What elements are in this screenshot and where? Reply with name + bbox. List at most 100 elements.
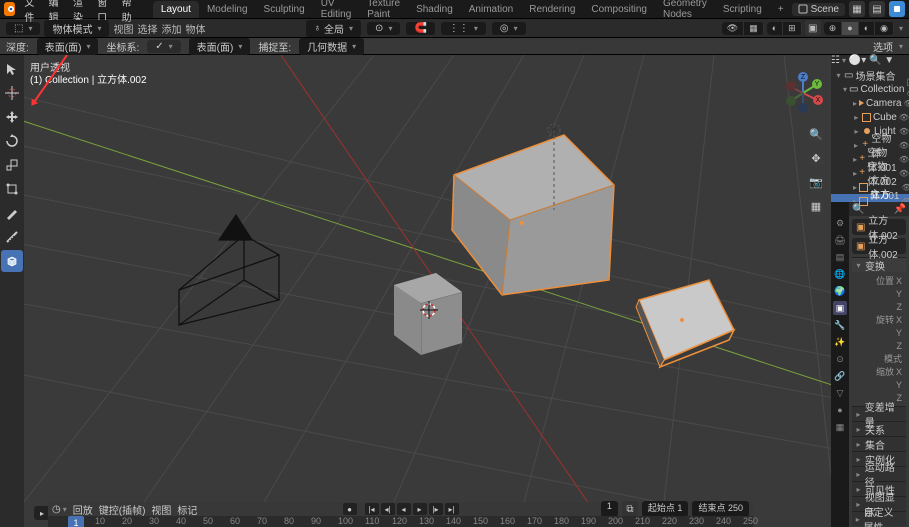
props-datablock[interactable]: ▣ 立方体.002: [852, 238, 906, 254]
scene-picker[interactable]: Scene: [792, 3, 845, 16]
autokey-toggle[interactable]: ●: [343, 503, 357, 515]
tool-annotate[interactable]: [1, 202, 23, 224]
orientation-dropdown[interactable]: ♁ 全局: [306, 20, 362, 37]
gizmo-x[interactable]: X: [813, 95, 823, 105]
shading-options[interactable]: [897, 23, 903, 34]
outliner-type-icon[interactable]: ☷: [831, 55, 846, 66]
tool-cursor[interactable]: [1, 82, 23, 104]
mode-dropdown[interactable]: 物体模式: [44, 20, 109, 37]
preview-range-icon[interactable]: ⧉: [622, 501, 638, 517]
frame-start[interactable]: 起始点 1: [642, 501, 689, 517]
3d-viewport[interactable]: 用户透视 (1) Collection | 立方体.002 X Y Z 🔍 ✥ …: [24, 55, 831, 527]
vp-move-icon[interactable]: ✥: [807, 149, 825, 167]
editor-type-icon[interactable]: ⬚: [6, 22, 40, 35]
vp-camera-icon[interactable]: 📷: [807, 173, 825, 191]
frame-end[interactable]: 结束点 250: [692, 501, 749, 517]
tl-keying[interactable]: 键控(插帧): [99, 502, 146, 517]
ws-render[interactable]: Rendering: [521, 1, 583, 18]
ptab-texture[interactable]: ▦: [833, 420, 847, 434]
gizmo-nz[interactable]: [798, 103, 808, 113]
shading-wire[interactable]: ⊕: [824, 22, 843, 35]
tl-view[interactable]: 视图: [151, 502, 171, 517]
ptab-world[interactable]: 🌍: [833, 284, 847, 298]
ptab-data[interactable]: ▽: [833, 386, 847, 400]
outliner-filter-icon[interactable]: ⚪▾: [849, 55, 866, 66]
tool-select-box[interactable]: [1, 58, 23, 80]
vp-zoom-icon[interactable]: 🔍: [807, 125, 825, 143]
ws-script[interactable]: Scripting: [715, 1, 770, 18]
play-rev[interactable]: ◂: [397, 503, 411, 515]
ws-layout[interactable]: Layout: [153, 1, 199, 18]
gizmo-ny[interactable]: [786, 96, 796, 106]
blender-icon[interactable]: [4, 2, 15, 16]
jump-end[interactable]: ▸|: [445, 503, 459, 515]
ptab-physics[interactable]: ⊙: [833, 352, 847, 366]
ptab-scene[interactable]: 🌐: [833, 267, 847, 281]
panel-运动路径[interactable]: ▸运动路径: [852, 467, 906, 481]
ws-anim[interactable]: Animation: [461, 1, 521, 18]
depth-dropdown[interactable]: 表面(面): [37, 38, 99, 55]
outliner-filter-funnel-icon[interactable]: ▼: [884, 55, 894, 66]
ptab-particles[interactable]: ✨: [833, 335, 847, 349]
vp-persp-icon[interactable]: ▦: [807, 197, 825, 215]
shading-rendered[interactable]: ◉: [875, 22, 894, 35]
keyframe-prev[interactable]: ◂|: [381, 503, 395, 515]
tool-move[interactable]: [1, 106, 23, 128]
panel-变差增量[interactable]: ▸变差增量: [852, 407, 906, 421]
tool-transform[interactable]: [1, 178, 23, 200]
snap-type[interactable]: ⋮⋮: [441, 22, 486, 35]
panel-自定义属性[interactable]: ▸自定义属性: [852, 512, 906, 526]
frame-current[interactable]: 1: [601, 501, 618, 517]
pivot-dropdown[interactable]: ⊙: [367, 22, 400, 35]
timeline-ruler[interactable]: 1 10203040506070809010011012013014015016…: [48, 516, 753, 527]
outliner-item-Cube[interactable]: ▸Cube👁: [831, 110, 909, 124]
hdr-select[interactable]: 选择: [137, 21, 157, 36]
nav-gizmo[interactable]: X Y Z: [783, 73, 823, 113]
tl-marker[interactable]: 标记: [177, 502, 197, 517]
keyframe-next[interactable]: |▸: [429, 503, 443, 515]
axis-toggle[interactable]: ✓: [147, 40, 180, 53]
tool-add-cube[interactable]: [1, 250, 23, 272]
dist-dropdown[interactable]: 几何数据: [299, 38, 364, 55]
overlays-toggle[interactable]: ◐⊞: [767, 22, 802, 35]
snap-toggle[interactable]: 🧲: [406, 22, 434, 35]
viewlayer-picker[interactable]: [889, 1, 905, 17]
ws-add[interactable]: +: [770, 1, 792, 18]
jump-start[interactable]: |◂: [365, 503, 379, 515]
tool-scale[interactable]: [1, 154, 23, 176]
ptab-render[interactable]: ⚙: [833, 216, 847, 230]
ws-geonodes[interactable]: Geometry Nodes: [655, 0, 715, 23]
options-label[interactable]: 选项: [873, 39, 893, 54]
hdr-view[interactable]: 视图: [113, 21, 133, 36]
panel-集合[interactable]: ▸集合: [852, 437, 906, 451]
play-fwd[interactable]: ▸: [413, 503, 427, 515]
axis-dropdown[interactable]: 表面(面): [189, 38, 251, 55]
xray-toggle[interactable]: ▣: [805, 20, 821, 36]
tool-measure[interactable]: [1, 226, 23, 248]
options-chevron[interactable]: [897, 41, 903, 52]
ptab-output[interactable]: 🖨: [833, 233, 847, 247]
tl-playback[interactable]: 回放: [73, 502, 93, 517]
outliner-item-Camera[interactable]: ▸Camera👁: [831, 96, 909, 110]
new-scene-icon[interactable]: ▦: [849, 1, 865, 17]
gizmo-z[interactable]: Z: [798, 72, 808, 82]
gizmo-y[interactable]: Y: [812, 79, 822, 89]
ws-sculpting[interactable]: Sculpting: [256, 1, 313, 18]
ptab-viewlayer[interactable]: ▤: [833, 250, 847, 264]
viewlayer-icon[interactable]: ▤: [869, 1, 885, 17]
timeline-editor-icon[interactable]: ◷: [52, 504, 67, 515]
proportional-edit[interactable]: ◎: [492, 22, 526, 35]
outliner-search-icon[interactable]: 🔍: [869, 55, 881, 66]
ws-shading[interactable]: Shading: [408, 1, 461, 18]
ws-comp[interactable]: Compositing: [583, 1, 655, 18]
shading-solid[interactable]: ●: [842, 22, 858, 35]
collection-node[interactable]: ▾▭ Collection ☑👁: [831, 82, 909, 96]
outliner-item-Light[interactable]: ▸Light👁: [831, 124, 909, 138]
playhead[interactable]: 1: [68, 516, 84, 527]
ptab-modifiers[interactable]: 🔧: [833, 318, 847, 332]
ptab-constraints[interactable]: 🔗: [833, 369, 847, 383]
tool-rotate[interactable]: [1, 130, 23, 152]
ws-modeling[interactable]: Modeling: [199, 1, 256, 18]
ptab-material[interactable]: ●: [833, 403, 847, 417]
hdr-object[interactable]: 物体: [185, 21, 205, 36]
